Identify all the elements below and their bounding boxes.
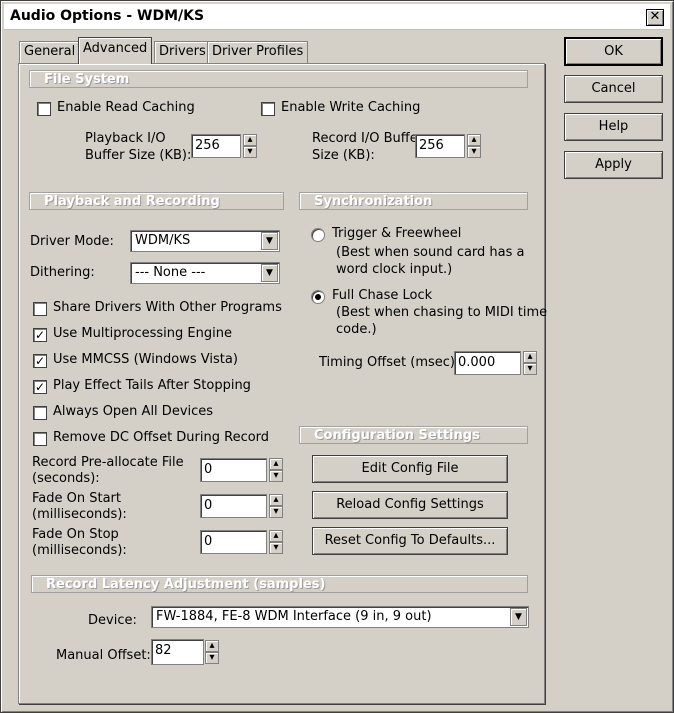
- mmcss-label: Use MMCSS (Windows Vista): [53, 352, 238, 367]
- enable-read-caching-label: Enable Read Caching: [57, 100, 195, 115]
- cancel-button[interactable]: Cancel: [564, 75, 663, 103]
- device-value: FW-1884, FE-8 WDM Interface (9 in, 9 out…: [156, 609, 432, 624]
- trigger-freewheel-desc-2: word clock input.): [336, 262, 453, 277]
- driver-mode-label: Driver Mode:: [30, 234, 114, 249]
- remove-dc-offset-label: Remove DC Offset During Record: [53, 430, 270, 445]
- reload-config-button[interactable]: Reload Config Settings: [312, 491, 508, 519]
- fade-start-label-1: Fade On Start: [32, 491, 121, 506]
- full-chase-lock-label: Full Chase Lock: [332, 288, 433, 303]
- spin-down-icon[interactable]: ▾: [243, 146, 257, 158]
- multiprocessing-checkbox[interactable]: ✓: [33, 328, 47, 342]
- share-drivers-checkbox[interactable]: [33, 302, 47, 316]
- spin-down-icon[interactable]: ▾: [269, 470, 283, 482]
- enable-read-caching-checkbox[interactable]: [37, 102, 51, 116]
- spin-up-icon[interactable]: ▴: [243, 134, 257, 146]
- window-title: Audio Options - WDM/KS: [10, 8, 205, 24]
- spin-down-icon[interactable]: ▾: [269, 542, 283, 554]
- dithering-label: Dithering:: [30, 265, 95, 280]
- spin-up-icon[interactable]: ▴: [523, 351, 537, 363]
- preallocate-label-2: (seconds):: [32, 471, 100, 486]
- record-buffer-input[interactable]: 256: [415, 134, 465, 158]
- preallocate-label-1: Record Pre-allocate File: [32, 455, 184, 470]
- trigger-freewheel-label: Trigger & Freewheel: [332, 226, 462, 241]
- dithering-value: --- None ---: [135, 265, 206, 280]
- chevron-down-icon[interactable]: ▼: [261, 232, 278, 250]
- ok-button[interactable]: OK: [564, 37, 663, 66]
- enable-write-caching-label: Enable Write Caching: [281, 100, 421, 115]
- configuration-settings-header: Configuration Settings: [299, 426, 528, 444]
- fade-start-label-2: (milliseconds):: [32, 507, 127, 522]
- spin-up-icon[interactable]: ▴: [269, 494, 283, 506]
- manual-offset-input[interactable]: 82: [151, 639, 204, 665]
- tab-general[interactable]: General: [19, 41, 81, 63]
- fade-stop-label-1: Fade On Stop: [32, 527, 119, 542]
- preallocate-spinner[interactable]: ▴ ▾: [269, 458, 283, 482]
- fade-stop-spinner[interactable]: ▴ ▾: [269, 530, 283, 554]
- full-chase-lock-desc-1: (Best when chasing to MIDI time: [336, 305, 548, 320]
- playback-buffer-label-1: Playback I/O: [85, 131, 166, 146]
- fade-start-spinner[interactable]: ▴ ▾: [269, 494, 283, 518]
- dithering-select[interactable]: --- None --- ▼: [130, 262, 280, 284]
- spin-down-icon[interactable]: ▾: [205, 652, 219, 664]
- spin-up-icon[interactable]: ▴: [467, 134, 481, 146]
- manual-offset-label: Manual Offset:: [56, 648, 151, 663]
- chevron-down-icon[interactable]: ▼: [510, 608, 527, 626]
- timing-offset-input[interactable]: 0.000: [454, 351, 521, 375]
- fade-stop-label-2: (milliseconds):: [32, 543, 127, 558]
- driver-mode-select[interactable]: WDM/KS ▼: [130, 230, 280, 252]
- spin-down-icon[interactable]: ▾: [467, 146, 481, 158]
- full-chase-lock-radio[interactable]: [311, 290, 325, 304]
- share-drivers-label: Share Drivers With Other Programs: [53, 300, 282, 315]
- playback-buffer-input[interactable]: 256: [191, 134, 241, 158]
- playback-buffer-label-2: Buffer Size (KB):: [85, 148, 192, 163]
- spin-down-icon[interactable]: ▾: [269, 506, 283, 518]
- help-button[interactable]: Help: [564, 113, 663, 141]
- timing-offset-spinner[interactable]: ▴ ▾: [523, 351, 537, 375]
- device-label: Device:: [88, 613, 137, 628]
- tab-driver-profiles[interactable]: Driver Profiles: [207, 41, 309, 63]
- spin-up-icon[interactable]: ▴: [269, 458, 283, 470]
- fade-stop-input[interactable]: 0: [200, 530, 267, 554]
- playback-buffer-spinner[interactable]: ▴ ▾: [243, 134, 257, 158]
- open-all-devices-label: Always Open All Devices: [53, 404, 214, 419]
- playback-recording-header: Playback and Recording: [29, 192, 284, 210]
- full-chase-lock-desc-2: code.): [336, 322, 377, 337]
- tab-advanced[interactable]: Advanced: [78, 37, 153, 64]
- spin-up-icon[interactable]: ▴: [205, 640, 219, 652]
- trigger-freewheel-desc-1: (Best when sound card has a: [336, 245, 525, 260]
- mmcss-checkbox[interactable]: ✓: [33, 354, 47, 368]
- close-icon[interactable]: ✕: [646, 9, 664, 26]
- chevron-down-icon[interactable]: ▼: [261, 264, 278, 282]
- spin-up-icon[interactable]: ▴: [269, 530, 283, 542]
- effect-tails-checkbox[interactable]: ✓: [33, 380, 47, 394]
- open-all-devices-checkbox[interactable]: [33, 406, 47, 420]
- manual-offset-spinner[interactable]: ▴ ▾: [205, 640, 219, 664]
- tab-drivers[interactable]: Drivers: [154, 41, 211, 63]
- preallocate-input[interactable]: 0: [200, 458, 267, 482]
- record-buffer-spinner[interactable]: ▴ ▾: [467, 134, 481, 158]
- record-buffer-label-1: Record I/O Buffer: [312, 131, 424, 146]
- synchronization-header: Synchronization: [299, 192, 528, 210]
- fade-start-input[interactable]: 0: [200, 494, 267, 518]
- apply-button[interactable]: Apply: [564, 151, 663, 179]
- trigger-freewheel-radio[interactable]: [311, 228, 325, 242]
- reset-config-button[interactable]: Reset Config To Defaults...: [312, 527, 508, 555]
- enable-write-caching-checkbox[interactable]: [261, 102, 275, 116]
- effect-tails-label: Play Effect Tails After Stopping: [53, 378, 251, 393]
- edit-config-button[interactable]: Edit Config File: [312, 455, 508, 483]
- record-buffer-label-2: Size (KB):: [312, 148, 375, 163]
- device-select[interactable]: FW-1884, FE-8 WDM Interface (9 in, 9 out…: [151, 606, 529, 628]
- remove-dc-offset-checkbox[interactable]: [33, 432, 47, 446]
- file-system-header: File System: [29, 70, 528, 88]
- multiprocessing-label: Use Multiprocessing Engine: [53, 326, 232, 341]
- audio-options-dialog: Audio Options - WDM/KS ✕ General Advance…: [0, 0, 674, 713]
- title-bar: Audio Options - WDM/KS ✕: [4, 4, 670, 30]
- timing-offset-label: Timing Offset (msec):: [319, 355, 460, 370]
- spin-down-icon[interactable]: ▾: [523, 363, 537, 375]
- record-latency-header: Record Latency Adjustment (samples): [31, 575, 528, 593]
- driver-mode-value: WDM/KS: [135, 233, 191, 248]
